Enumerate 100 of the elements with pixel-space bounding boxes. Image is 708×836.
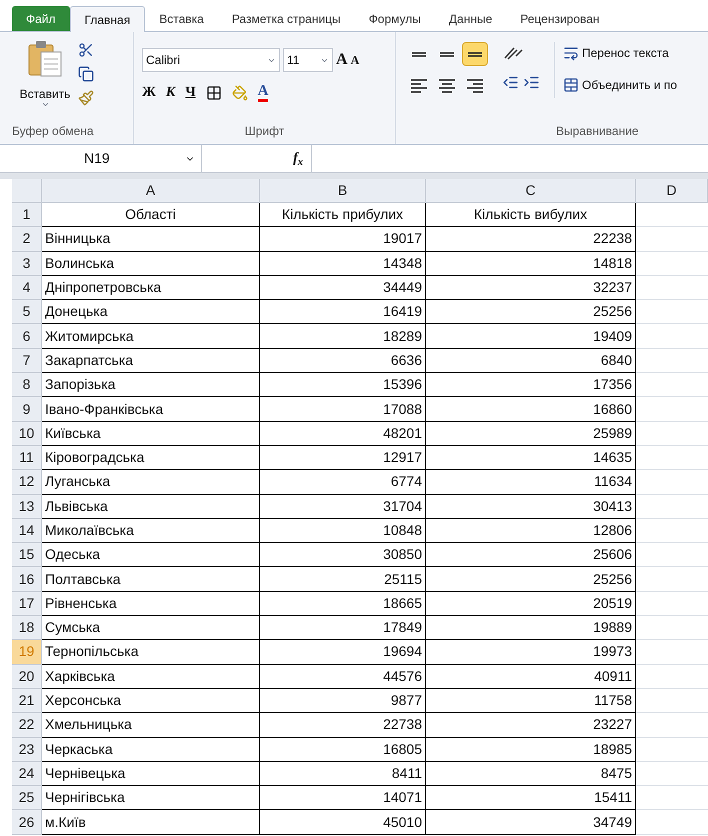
group-label: Буфер обмена	[12, 123, 95, 140]
copy-icon[interactable]	[78, 66, 94, 82]
row-header[interactable]: 24	[12, 762, 42, 786]
table-cell: 30413	[426, 494, 636, 519]
table-cell: 18665	[260, 592, 426, 616]
ribbon-tab[interactable]: Рецензирован	[506, 6, 614, 31]
align-icon	[468, 52, 482, 56]
function-button[interactable]: f$_{x}$	[293, 148, 303, 169]
row-header[interactable]: 6	[12, 324, 42, 349]
row-header[interactable]: 3	[12, 252, 42, 276]
italic-button[interactable]: К	[166, 82, 176, 103]
table-cell: Київська	[42, 422, 260, 446]
table-cell: 16419	[260, 300, 426, 324]
row-header[interactable]: 2	[12, 227, 42, 252]
ribbon-tab[interactable]: Вставка	[145, 6, 218, 31]
column-header[interactable]: B	[260, 179, 426, 203]
paste-button[interactable]: Вставить	[12, 40, 78, 122]
column-header[interactable]: A	[42, 179, 260, 203]
increase-indent-icon[interactable]	[523, 74, 540, 91]
table-cell: 40911	[426, 664, 636, 689]
table-cell: 15396	[260, 373, 426, 398]
table-cell: 30850	[260, 543, 426, 568]
row-header[interactable]: 26	[12, 810, 42, 835]
paintbrush-icon[interactable]	[78, 90, 94, 106]
table-cell: 19973	[426, 640, 636, 665]
table-cell: Одеська	[42, 543, 260, 568]
table-cell: 19017	[260, 227, 426, 252]
fill-color-icon[interactable]	[232, 84, 248, 100]
font-name-field[interactable]: Calibri	[142, 48, 280, 72]
row-header[interactable]: 22	[12, 713, 42, 738]
row-header[interactable]: 7	[12, 348, 42, 374]
table-cell: 25989	[426, 422, 636, 446]
table-cell: 32237	[426, 276, 636, 300]
table-cell: Кількість прибулих	[260, 203, 426, 228]
row-header[interactable]: 14	[12, 518, 42, 544]
table-cell: 25115	[260, 567, 426, 592]
row-header[interactable]: 21	[12, 688, 42, 714]
table-cell: 48201	[260, 422, 426, 446]
row-header[interactable]: 1	[12, 203, 42, 228]
underline-button[interactable]: Ч	[185, 82, 196, 103]
row-header[interactable]: 15	[12, 543, 42, 568]
bold-button[interactable]: Ж	[142, 82, 156, 103]
row-header[interactable]: 8	[12, 373, 42, 398]
grow-font-button[interactable]: A	[336, 48, 348, 72]
row-header[interactable]: 10	[12, 422, 42, 446]
table-cell: 19409	[426, 324, 636, 349]
table-cell: 14071	[260, 786, 426, 810]
row-header[interactable]: 5	[12, 300, 42, 324]
row-header[interactable]: 25	[12, 786, 42, 810]
table-cell: 25256	[426, 567, 636, 592]
table-cell: 44576	[260, 664, 426, 689]
row-header[interactable]: 13	[12, 494, 42, 519]
table-cell: Черкаська	[42, 738, 260, 762]
decrease-indent-icon[interactable]	[502, 74, 519, 91]
row-header[interactable]: 12	[12, 470, 42, 495]
table-cell: Області	[42, 203, 260, 228]
table-cell: 10848	[260, 518, 426, 544]
row-header[interactable]: 9	[12, 397, 42, 422]
font-size-field[interactable]: 11	[283, 48, 333, 72]
align-icon	[411, 79, 427, 93]
table-cell: Чернівецька	[42, 762, 260, 786]
column-header[interactable]: C	[426, 179, 636, 203]
row-header[interactable]: 11	[12, 446, 42, 470]
font-color-button[interactable]: A	[258, 84, 268, 102]
borders-icon[interactable]	[206, 84, 222, 100]
name-box[interactable]: N19	[12, 145, 202, 172]
table-cell: 25606	[426, 543, 636, 568]
column-header[interactable]: D	[636, 179, 708, 203]
ribbon-tab[interactable]: Файл	[12, 6, 70, 31]
table-cell: Івано-Франківська	[42, 397, 260, 422]
table-cell: Волинська	[42, 252, 260, 276]
ribbon-tab[interactable]: Главная	[70, 6, 146, 32]
row-header[interactable]: 20	[12, 664, 42, 689]
table-cell: 15411	[426, 786, 636, 810]
ribbon-tab[interactable]: Данные	[434, 6, 506, 31]
wrap-text-button[interactable]: Перенос текста	[563, 44, 678, 62]
row-header[interactable]: 16	[12, 567, 42, 592]
row-header[interactable]: 18	[12, 616, 42, 640]
shrink-font-button[interactable]: A	[350, 51, 360, 69]
scissors-icon[interactable]	[78, 42, 94, 58]
table-cell: 6840	[426, 348, 636, 374]
row-header[interactable]: 4	[12, 276, 42, 300]
caret-icon	[40, 100, 50, 109]
table-cell: Запорізька	[42, 373, 260, 398]
align-icon	[439, 79, 455, 93]
table-cell: 14348	[260, 252, 426, 276]
table-cell: Полтавська	[42, 567, 260, 592]
ribbon-tab[interactable]: Разметка страницы	[218, 6, 355, 31]
table-cell: Вінницька	[42, 227, 260, 252]
row-header[interactable]: 17	[12, 592, 42, 616]
table-cell: 34449	[260, 276, 426, 300]
table-cell: м.Київ	[42, 810, 260, 835]
align-button[interactable]	[462, 42, 488, 66]
merge-button[interactable]: Объединить и по	[563, 76, 678, 94]
table-cell: Миколаївська	[42, 518, 260, 544]
table-cell: Луганська	[42, 470, 260, 495]
ribbon-tab[interactable]: Формулы	[354, 6, 435, 31]
table-cell: Закарпатська	[42, 348, 260, 374]
table-cell: 16805	[260, 738, 426, 762]
row-header[interactable]: 23	[12, 738, 42, 762]
